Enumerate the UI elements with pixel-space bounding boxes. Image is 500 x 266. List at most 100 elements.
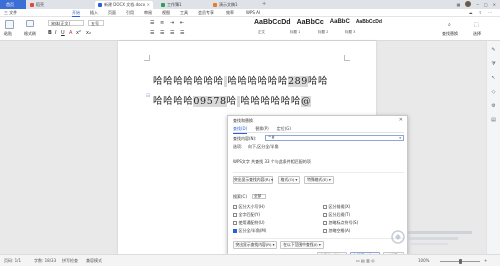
pen-icon[interactable]: ✎ <box>490 47 497 54</box>
checkbox-ignore-space[interactable]: 忽略空格(A) <box>323 228 350 234</box>
page-indicator[interactable]: 页码: 1/1 <box>4 258 21 264</box>
menu-references[interactable]: 引用 <box>126 10 134 16</box>
highlight-find-button[interactable]: 突出显示查找内容(R) ▾ <box>233 241 277 249</box>
numbered-list-icon[interactable]: ≡ <box>160 20 164 26</box>
panel-icon[interactable]: ▤ <box>490 117 497 124</box>
menu-page[interactable]: 页面 <box>108 10 116 16</box>
zoom-in-icon[interactable]: + <box>484 258 487 263</box>
zoom-level[interactable]: 100% <box>418 258 429 263</box>
menu-home[interactable]: 开始 <box>72 10 80 17</box>
checkbox-ignore-punct[interactable]: 忽略标点符号(S) <box>323 220 358 226</box>
paste-icon[interactable] <box>5 20 14 29</box>
settings-icon[interactable]: ⚙ <box>490 103 497 110</box>
italic-button[interactable]: I <box>55 30 56 36</box>
search-direction-select[interactable]: 全部 <box>252 194 266 199</box>
menu-insert[interactable]: 插入 <box>90 10 98 16</box>
document-line-1[interactable]: 哈哈哈哈哈哈哈 哈哈哈哈哈哈289哈哈 <box>153 73 328 87</box>
outdent-icon[interactable]: ⇤ <box>180 20 184 26</box>
checkbox-box[interactable] <box>323 229 327 233</box>
shapes-icon[interactable]: ◇ <box>490 89 497 96</box>
paragraph-handle-icon[interactable]: ⊟ <box>146 93 150 99</box>
checkbox-wildcards[interactable]: 使用通配符(U) <box>233 220 265 226</box>
checkbox-box[interactable] <box>323 213 327 217</box>
add-tab-icon[interactable]: + <box>262 1 266 7</box>
font-size-select[interactable]: 五号 <box>88 20 104 26</box>
subscript-button[interactable]: x₂ <box>86 30 91 36</box>
minimize-icon[interactable]: ─ <box>476 2 478 7</box>
presentation-icon <box>213 3 217 7</box>
style-heading-2[interactable]: AaBbC <box>330 19 350 26</box>
filter-icon[interactable]: ⧩ <box>490 61 497 68</box>
find-input[interactable]: ^# ▾ <box>265 135 404 141</box>
checkbox-box-checked[interactable] <box>233 229 237 233</box>
maximize-icon[interactable]: □ <box>484 2 488 7</box>
underline-button[interactable]: U <box>61 30 65 36</box>
highlight-button[interactable]: 突出显示查找内容(R) ▾ <box>233 176 273 184</box>
checkbox-box[interactable] <box>323 205 327 209</box>
align-right-icon[interactable]: ☰ <box>170 30 174 36</box>
grid-icon[interactable]: ▦ <box>457 2 461 7</box>
style-normal[interactable]: AaBbCcDd <box>254 19 291 26</box>
menu-efficiency[interactable]: 效率 <box>226 10 234 16</box>
style-caption-h3: 标题 3 <box>345 30 356 34</box>
align-left-icon[interactable]: ☰ <box>150 30 154 36</box>
checkbox-prefix[interactable]: 区分前缀(X) <box>323 204 350 210</box>
chevron-down-icon[interactable]: ▾ <box>399 136 401 140</box>
tab-home[interactable]: 首页 <box>0 0 26 9</box>
more-icon[interactable]: ⋯ <box>488 10 492 15</box>
avatar[interactable] <box>465 1 472 7</box>
ribbon-toolbar: 粘贴 格式刷 宋体(正文) 五号 B I U A x² x₂ ☰ ≡ ⇥ ⇤ ☰… <box>0 17 500 41</box>
spell-check[interactable]: 拼写检查 <box>62 258 78 264</box>
style-heading-1[interactable]: AaBbCc <box>297 19 324 26</box>
font-color-button[interactable]: A <box>69 30 72 36</box>
indent-icon[interactable]: ⇥ <box>170 20 174 26</box>
cloud-icon[interactable]: ☁ <box>469 10 473 15</box>
checkbox-whole-word[interactable]: 全字匹配(Y) <box>233 212 260 218</box>
align-center-icon[interactable]: ☰ <box>160 30 164 36</box>
font-name-select[interactable]: 宋体(正文) <box>48 20 84 26</box>
tab-docer[interactable]: 稻壳 <box>27 1 63 9</box>
cursor-icon[interactable]: ↖ <box>490 75 497 82</box>
checkbox-width[interactable]: 区分全/半角(M) <box>233 228 266 234</box>
view-mode-icon[interactable]: ▭ ▤ ▥ ◎ <box>356 258 375 263</box>
menu-wps-ai[interactable]: WPS AI <box>246 10 260 16</box>
find-replace-icon[interactable]: ⌕ <box>448 22 451 28</box>
find-in-range-button[interactable]: 在以下范围中查找(I) ▾ <box>280 241 324 249</box>
menu-member[interactable]: 会员专享 <box>198 10 214 16</box>
checkbox-suffix[interactable]: 区分后缀(T) <box>323 212 350 218</box>
checkbox-box[interactable] <box>323 221 327 225</box>
docer-icon <box>30 3 34 7</box>
checkbox-match-case[interactable]: 区分大小写(H) <box>233 204 265 210</box>
find-replace-label[interactable]: 查找替换 <box>442 31 458 37</box>
checkbox-box[interactable] <box>233 221 237 225</box>
menu-review[interactable]: 审阅 <box>144 10 152 16</box>
tab-workbook[interactable]: 工作簿1 <box>158 1 208 9</box>
document-line-2[interactable]: 哈哈哈哈09578哈 哈哈哈哈哈哈@ <box>153 93 312 107</box>
menu-file[interactable]: 三 文件 <box>4 10 17 16</box>
window-close-icon[interactable]: ✕ <box>493 2 496 7</box>
style-heading-3[interactable]: AaBbCcDd <box>356 19 382 26</box>
window-tab-bar: 首页 稻壳 新建 DOCX 文档.docx ✕ 工作簿1 演示文稿1 + ▦ ─… <box>0 0 500 9</box>
bold-button[interactable]: B <box>48 30 52 36</box>
zoom-slider-handle[interactable] <box>458 259 462 264</box>
zoom-slider[interactable] <box>440 259 480 264</box>
right-tool-panel: ✎ ⧩ ↖ ◇ ⚙ ▤ <box>486 41 500 254</box>
superscript-button[interactable]: x² <box>76 30 81 36</box>
tab-document[interactable]: 新建 DOCX 文档.docx ✕ <box>95 1 153 9</box>
menu-tools[interactable]: 工具 <box>180 10 188 16</box>
bullet-list-icon[interactable]: ☰ <box>150 20 154 26</box>
checkbox-box[interactable] <box>233 213 237 217</box>
share-icon[interactable]: ⇪ <box>479 10 482 15</box>
select-label[interactable]: 选择 <box>473 31 481 37</box>
menu-view[interactable]: 视图 <box>162 10 170 16</box>
format-painter-icon[interactable] <box>26 20 34 27</box>
special-format-button[interactable]: 特殊格式(E) ▾ <box>304 176 334 184</box>
format-button[interactable]: 格式(O) ▾ <box>278 176 300 184</box>
dialog-close-icon[interactable]: ✕ <box>399 117 403 123</box>
word-count[interactable]: 字数: 18/33 <box>34 258 56 264</box>
tab-presentation[interactable]: 演示文稿1 <box>210 1 258 9</box>
close-icon[interactable]: ✕ <box>147 1 150 9</box>
justify-icon[interactable]: ☰ <box>180 30 184 36</box>
checkbox-box[interactable] <box>233 205 237 209</box>
select-icon[interactable]: ⬚ <box>474 22 479 28</box>
